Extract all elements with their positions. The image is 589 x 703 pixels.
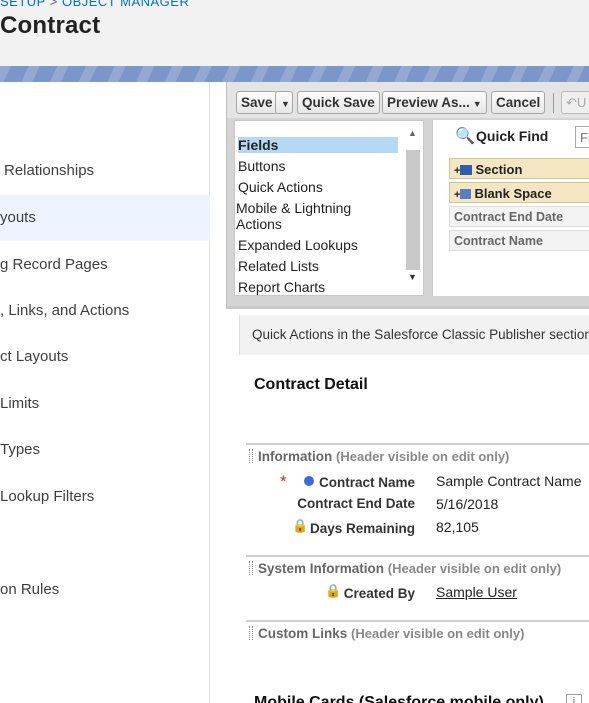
required-field-dot-icon bbox=[304, 476, 314, 486]
category-expanded-lookups[interactable]: Expanded Lookups bbox=[238, 237, 398, 253]
chevron-down-icon: ▼ bbox=[281, 99, 290, 109]
field-label-contract-end-date: Contract End Date bbox=[297, 496, 415, 511]
section-system-information-header[interactable]: System Information (Header visible on ed… bbox=[246, 555, 589, 581]
mobile-cards-title: Mobile Cards (Salesforce mobile only) bbox=[254, 694, 544, 703]
lock-icon: 🔒 bbox=[325, 583, 342, 598]
palette-item-contract-end-date[interactable]: Contract End Date bbox=[449, 206, 589, 227]
detail-section-title: Contract Detail bbox=[254, 376, 368, 393]
quick-find-label: Quick Find bbox=[476, 128, 549, 144]
save-button[interactable]: Save bbox=[236, 91, 278, 114]
required-icon: * bbox=[280, 472, 287, 491]
undo-icon: ↶ bbox=[566, 95, 577, 110]
breadcrumb-setup[interactable]: SETUP bbox=[0, 0, 46, 9]
breadcrumb-separator: > bbox=[49, 0, 58, 9]
field-value-contract-name[interactable]: Sample Contract Name bbox=[436, 473, 582, 489]
sidebar-item-related-lookup-filters[interactable]: Lookup Filters bbox=[0, 474, 210, 520]
layout-palette: Save ▼ Quick Save Preview As... ▼ Cancel … bbox=[226, 82, 589, 306]
blank-space-icon bbox=[460, 189, 472, 199]
breadcrumb-object-manager[interactable]: OBJECT MANAGER bbox=[62, 0, 189, 9]
palette-divider[interactable] bbox=[226, 306, 589, 309]
category-related-lists[interactable]: Related Lists bbox=[238, 258, 398, 274]
section-information-header[interactable]: Information (Header visible on edit only… bbox=[246, 443, 589, 469]
header-banner bbox=[0, 66, 589, 82]
preview-as-button[interactable]: Preview As... ▼ bbox=[382, 91, 487, 114]
category-scrollbar[interactable]: ▲ ▼ bbox=[404, 122, 422, 294]
sidebar: Relationships youts g Record Pages , Lin… bbox=[0, 82, 210, 703]
scroll-down-icon[interactable]: ▼ bbox=[408, 272, 417, 282]
palette-category-list: Fields Buttons Quick Actions Mobile & Li… bbox=[234, 120, 424, 296]
undo-button[interactable]: ↶U bbox=[561, 91, 589, 114]
quick-actions-publisher-section[interactable]: Quick Actions in the Salesforce Classic … bbox=[239, 315, 589, 355]
breadcrumb: SETUP > OBJECT MANAGER bbox=[0, 0, 189, 9]
category-quick-actions[interactable]: Quick Actions bbox=[238, 179, 398, 195]
section-icon bbox=[460, 165, 473, 175]
category-fields[interactable]: Fields bbox=[238, 137, 398, 153]
layout-canvas: Quick Actions in the Salesforce Classic … bbox=[226, 306, 589, 703]
sidebar-item-record-types[interactable]: Types bbox=[0, 427, 210, 473]
sidebar-item-relationships[interactable]: Relationships bbox=[0, 148, 210, 194]
field-value-created-by[interactable]: Sample User bbox=[436, 584, 517, 600]
toolbar-divider bbox=[553, 93, 554, 113]
section-custom-links-header[interactable]: Custom Links (Header visible on edit onl… bbox=[246, 620, 589, 646]
field-value-days-remaining[interactable]: 82,105 bbox=[436, 519, 479, 535]
page-title: Contract bbox=[0, 12, 101, 39]
layout-toolbar: Save ▼ Quick Save Preview As... ▼ Cancel … bbox=[227, 82, 589, 118]
palette-item-contract-name[interactable]: Contract Name bbox=[449, 230, 589, 251]
scroll-up-icon[interactable]: ▲ bbox=[408, 128, 417, 138]
sidebar-item-buttons-links-actions[interactable]: , Links, and Actions bbox=[0, 288, 210, 334]
sidebar-item-lightning-record-pages[interactable]: g Record Pages bbox=[0, 242, 210, 288]
search-icon: 🔍 bbox=[455, 128, 475, 145]
field-label-contract-name: Contract Name bbox=[318, 475, 415, 490]
sidebar-item-compact-layouts[interactable]: ct Layouts bbox=[0, 334, 210, 380]
category-report-charts[interactable]: Report Charts bbox=[238, 279, 398, 295]
lock-icon: 🔒 bbox=[292, 518, 309, 533]
palette-item-blank-space[interactable]: + Blank Space bbox=[449, 182, 589, 203]
drag-handle-icon[interactable] bbox=[249, 626, 253, 640]
cancel-button[interactable]: Cancel bbox=[491, 91, 546, 114]
sidebar-item-validation-rules[interactable]: on Rules bbox=[0, 567, 210, 613]
sidebar-item-page-layouts[interactable]: youts bbox=[0, 195, 210, 241]
scrollbar-thumb[interactable] bbox=[406, 150, 420, 270]
object-header: SETUP > OBJECT MANAGER Contract bbox=[0, 0, 589, 66]
chevron-down-icon: ▼ bbox=[472, 99, 482, 109]
field-label-days-remaining: Days Remaining bbox=[309, 521, 415, 536]
quick-save-button[interactable]: Quick Save bbox=[297, 91, 380, 114]
drag-handle-icon[interactable] bbox=[249, 561, 253, 575]
field-value-contract-end-date[interactable]: 5/16/2018 bbox=[436, 496, 498, 512]
save-menu-button[interactable]: ▼ bbox=[275, 91, 293, 114]
sidebar-item-field-set-limits[interactable]: Limits bbox=[0, 381, 210, 427]
palette-items-area: 🔍 Quick Find +Section +Blank Space Contr… bbox=[432, 120, 589, 296]
field-label-created-by: Created By bbox=[343, 586, 415, 601]
category-buttons[interactable]: Buttons bbox=[238, 158, 398, 174]
info-icon[interactable]: i bbox=[566, 694, 582, 703]
palette-item-section[interactable]: + Section bbox=[449, 158, 589, 179]
drag-handle-icon[interactable] bbox=[249, 449, 253, 463]
quick-find-input[interactable] bbox=[575, 126, 589, 148]
category-mobile-lightning-actions[interactable]: Mobile & Lightning Actions bbox=[236, 200, 396, 232]
